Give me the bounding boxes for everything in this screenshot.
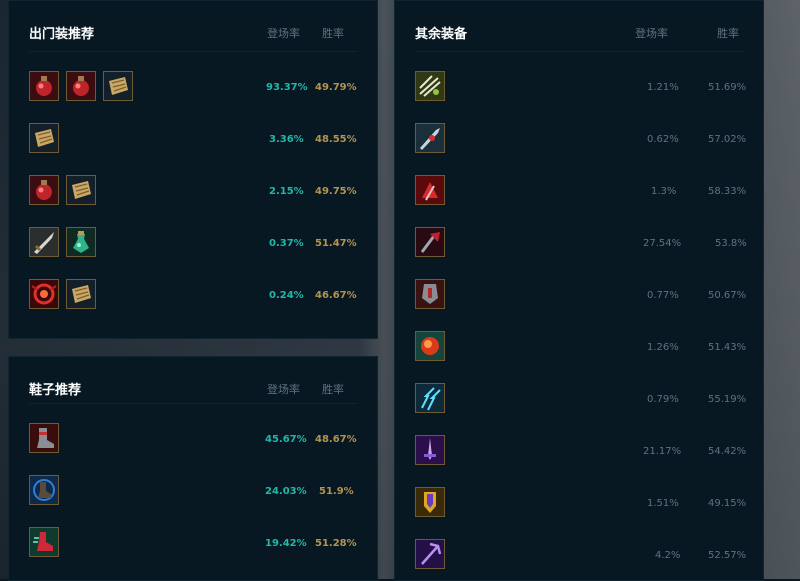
pick-rate: 21.17% [643, 446, 682, 457]
scroll-icon [66, 279, 96, 309]
pick-rate: 2.15% [269, 186, 304, 197]
scroll-icon [66, 175, 96, 205]
win-rate: 49.75% [315, 186, 357, 197]
other-item-row[interactable]: 1.21% 51.69% [415, 71, 747, 105]
pick-rate: 1.51% [647, 498, 679, 509]
starter-items-panel: 出门装推荐 登场率 胜率 93.37% 49.79% 3.36% 48.55% … [8, 0, 378, 339]
starter-win-rate-header: 胜率 [322, 27, 344, 40]
other-item-row[interactable]: 27.54% 53.8% [415, 227, 747, 261]
mercury-boots-icon [29, 475, 59, 505]
pick-rate: 0.62% [647, 134, 679, 145]
crimson-relic-icon [29, 279, 59, 309]
pick-rate: 1.26% [647, 342, 679, 353]
win-rate: 48.67% [315, 434, 357, 445]
boots-row[interactable]: 19.42% 51.28% [29, 527, 357, 561]
win-rate: 53.8% [715, 238, 747, 249]
silver-blade-icon [415, 123, 445, 153]
pick-rate: 93.37% [266, 82, 308, 93]
long-sword-icon [29, 227, 59, 257]
win-rate: 51.9% [319, 486, 354, 497]
starter-row[interactable]: 2.15% 49.75% [29, 175, 357, 209]
pick-rate: 45.67% [265, 434, 307, 445]
win-rate: 52.57% [708, 550, 747, 561]
pick-rate: 0.77% [647, 290, 679, 301]
boots-row[interactable]: 24.03% 51.9% [29, 475, 357, 509]
starter-row[interactable]: 3.36% 48.55% [29, 123, 357, 157]
pick-rate: 19.42% [265, 538, 307, 549]
other-item-row[interactable]: 0.77% 50.67% [415, 279, 747, 313]
scroll-icon [103, 71, 133, 101]
plated-boots-icon [29, 423, 59, 453]
gold-shield-icon [415, 487, 445, 517]
other-pick-rate-header: 登场率 [635, 27, 668, 40]
win-rate: 48.55% [315, 134, 357, 145]
pick-rate: 1.21% [647, 82, 679, 93]
starter-divider [29, 51, 357, 52]
starter-items-title: 出门装推荐 [29, 27, 95, 42]
pick-rate: 0.24% [269, 290, 304, 301]
health-potion-icon [66, 71, 96, 101]
win-rate: 51.28% [315, 538, 357, 549]
other-win-rate-header: 胜率 [717, 27, 739, 40]
starter-row[interactable]: 93.37% 49.79% [29, 71, 357, 105]
other-items-panel: 其余装备 登场率 胜率 1.21% 51.69% 0.62% 57.02% 1.… [394, 0, 764, 581]
win-rate: 54.42% [708, 446, 747, 457]
boots-row[interactable]: 45.67% 48.67% [29, 423, 357, 457]
win-rate: 49.79% [315, 82, 357, 93]
win-rate: 46.67% [315, 290, 357, 301]
boots-win-rate-header: 胜率 [322, 383, 344, 396]
other-item-row[interactable]: 1.51% 49.15% [415, 487, 747, 521]
pick-rate: 27.54% [643, 238, 682, 249]
health-potion-icon [29, 71, 59, 101]
refillable-potion-icon [66, 227, 96, 257]
win-rate: 57.02% [708, 134, 747, 145]
red-hydra-icon [415, 175, 445, 205]
win-rate: 50.67% [708, 290, 747, 301]
purple-sword-icon [415, 435, 445, 465]
swift-boots-icon [29, 527, 59, 557]
starter-pick-rate-header: 登场率 [267, 27, 300, 40]
lightning-claw-icon [415, 383, 445, 413]
win-rate: 49.15% [708, 498, 747, 509]
other-item-row[interactable]: 0.62% 57.02% [415, 123, 747, 157]
pick-rate: 0.37% [269, 238, 304, 249]
boots-title: 鞋子推荐 [29, 383, 82, 398]
other-items-title: 其余装备 [415, 27, 468, 42]
pick-rate: 24.03% [265, 486, 307, 497]
boots-divider [29, 403, 357, 404]
scroll-icon [29, 123, 59, 153]
starter-row[interactable]: 0.37% 51.47% [29, 227, 357, 261]
fire-orb-icon [415, 331, 445, 361]
green-claw-icon [415, 71, 445, 101]
boots-panel: 鞋子推荐 登场率 胜率 45.67% 48.67% 24.03% 51.9% 1… [8, 356, 378, 581]
other-item-row[interactable]: 1.26% 51.43% [415, 331, 747, 365]
win-rate: 51.47% [315, 238, 357, 249]
win-rate: 51.43% [708, 342, 747, 353]
pick-rate: 0.79% [647, 394, 679, 405]
pick-rate: 1.3% [651, 186, 677, 197]
other-item-row[interactable]: 1.3% 58.33% [415, 175, 747, 209]
pick-rate: 4.2% [655, 550, 681, 561]
other-item-row[interactable]: 21.17% 54.42% [415, 435, 747, 469]
pick-rate: 3.36% [269, 134, 304, 145]
win-rate: 55.19% [708, 394, 747, 405]
win-rate: 58.33% [708, 186, 747, 197]
other-item-row[interactable]: 4.2% 52.57% [415, 539, 747, 573]
grey-cleaver-icon [415, 279, 445, 309]
health-potion-icon [29, 175, 59, 205]
other-divider [415, 51, 743, 52]
boots-pick-rate-header: 登场率 [267, 383, 300, 396]
win-rate: 51.69% [708, 82, 747, 93]
dark-axe-icon [415, 227, 445, 257]
purple-trident-icon [415, 539, 445, 569]
starter-row[interactable]: 0.24% 46.67% [29, 279, 357, 313]
other-item-row[interactable]: 0.79% 55.19% [415, 383, 747, 417]
